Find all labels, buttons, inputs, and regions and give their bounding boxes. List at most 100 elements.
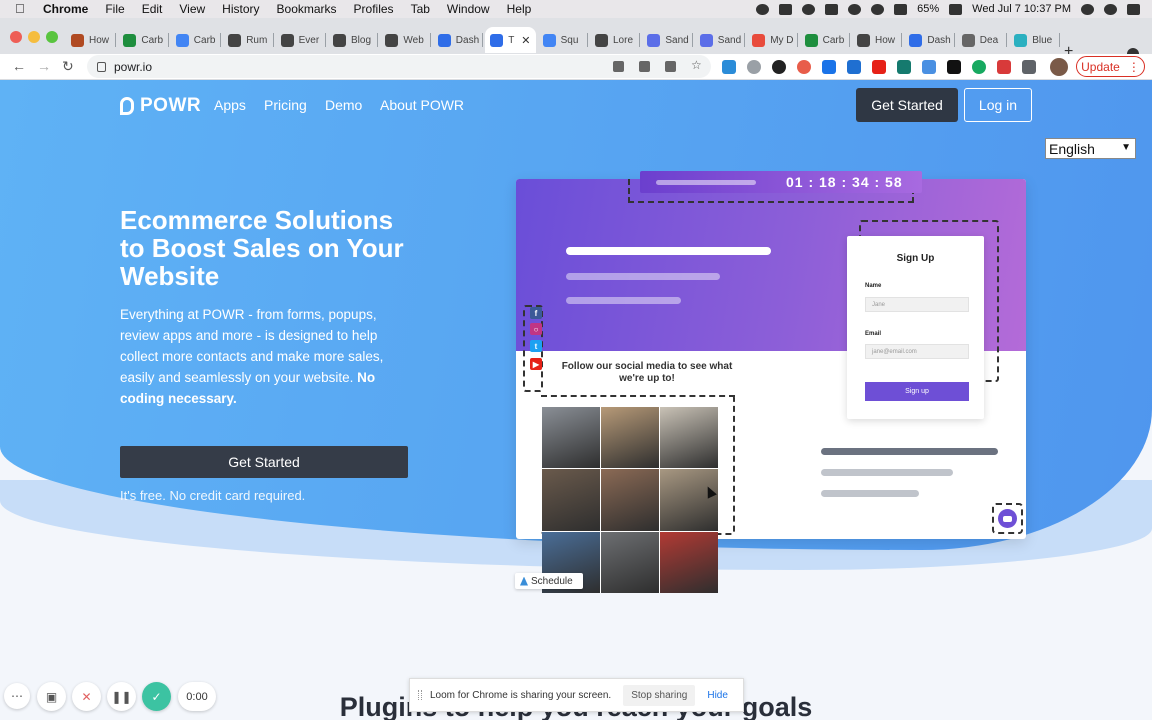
drag-handle-icon[interactable] bbox=[418, 690, 422, 700]
extension-wc-icon[interactable] bbox=[897, 60, 911, 74]
cancel-recording-icon[interactable]: ✕ bbox=[72, 682, 101, 711]
nav-demo[interactable]: Demo bbox=[325, 97, 362, 113]
nav-pricing[interactable]: Pricing bbox=[264, 97, 307, 113]
powr-logo[interactable]: POWR bbox=[120, 95, 201, 117]
control-center-icon[interactable] bbox=[1127, 3, 1140, 15]
update-button[interactable]: Update ⋮ bbox=[1076, 56, 1145, 77]
microphone-icon[interactable] bbox=[756, 3, 770, 15]
mockup-line bbox=[566, 247, 771, 255]
schedule-tag[interactable]: Schedule bbox=[515, 573, 583, 589]
stop-sharing-button[interactable]: Stop sharing bbox=[623, 684, 696, 706]
extension-gray-icon[interactable] bbox=[747, 60, 761, 74]
apple-icon[interactable]:  bbox=[15, 2, 29, 16]
browser-tab[interactable]: Sand bbox=[695, 27, 746, 53]
key-icon[interactable] bbox=[665, 61, 676, 72]
gallery-photo bbox=[660, 531, 718, 593]
browser-tab[interactable]: Carb bbox=[118, 27, 169, 53]
address-bar[interactable]: powr.io ☆ bbox=[87, 55, 711, 78]
extension-schedule-icon[interactable] bbox=[722, 60, 736, 74]
extension-data-icon[interactable] bbox=[822, 60, 836, 74]
bluetooth-icon[interactable] bbox=[848, 3, 862, 15]
status-area: 65% Wed Jul 7 10:37 PM bbox=[756, 0, 1140, 18]
hero-get-started-button[interactable]: Get Started bbox=[120, 446, 408, 478]
tab-label: My D bbox=[770, 34, 794, 46]
minimize-window-button[interactable] bbox=[28, 31, 40, 43]
extension-color-icon[interactable] bbox=[797, 60, 811, 74]
extension-new-icon[interactable] bbox=[997, 60, 1011, 74]
browser-tab[interactable]: Ever bbox=[276, 27, 326, 53]
nav-get-started-button[interactable]: Get Started bbox=[856, 88, 958, 122]
language-select[interactable]: English ▼ bbox=[1045, 138, 1136, 159]
creative-cloud-icon[interactable] bbox=[802, 3, 816, 15]
more-options-icon[interactable]: ⋯ bbox=[4, 683, 30, 709]
tab-favicon-icon bbox=[228, 33, 242, 47]
extensions-puzzle-icon[interactable] bbox=[1022, 60, 1036, 74]
menu-profiles[interactable]: Profiles bbox=[354, 2, 394, 16]
extension-k-icon[interactable] bbox=[772, 60, 786, 74]
back-arrow-icon[interactable]: ← bbox=[12, 58, 26, 74]
menu-history[interactable]: History bbox=[222, 2, 259, 16]
browser-tab[interactable]: Blog bbox=[328, 27, 379, 53]
qr-code-icon[interactable] bbox=[639, 61, 650, 72]
url-text[interactable]: powr.io bbox=[114, 60, 152, 74]
zoom-window-button[interactable] bbox=[46, 31, 58, 43]
menu-window[interactable]: Window bbox=[447, 2, 490, 16]
close-tab-icon[interactable]: ✕ bbox=[521, 34, 530, 47]
extension-youtube-icon[interactable] bbox=[872, 60, 886, 74]
menu-file[interactable]: File bbox=[105, 2, 124, 16]
extension-grammarly-icon[interactable] bbox=[972, 60, 986, 74]
browser-tab[interactable]: Web bbox=[380, 27, 431, 53]
camera-icon[interactable] bbox=[613, 61, 624, 72]
extension-trello-icon[interactable] bbox=[847, 60, 861, 74]
profile-avatar[interactable] bbox=[1050, 58, 1068, 76]
bookmark-star-icon[interactable]: ☆ bbox=[691, 58, 702, 72]
screen-record-icon[interactable] bbox=[825, 3, 839, 15]
tab-favicon-icon bbox=[1014, 33, 1028, 47]
dropbox-icon[interactable] bbox=[779, 3, 793, 15]
browser-tab[interactable]: Carb bbox=[800, 27, 850, 53]
browser-tab[interactable]: Sand bbox=[642, 27, 693, 53]
menu-edit[interactable]: Edit bbox=[142, 2, 163, 16]
battery-icon[interactable] bbox=[949, 3, 963, 15]
menu-app-name[interactable]: Chrome bbox=[43, 2, 88, 16]
browser-tab[interactable]: Lore bbox=[590, 27, 641, 53]
nav-login-button[interactable]: Log in bbox=[964, 88, 1032, 122]
browser-tab[interactable]: Blue bbox=[1009, 27, 1060, 53]
browser-tab[interactable]: My D bbox=[747, 27, 798, 53]
reload-icon[interactable]: ↻ bbox=[62, 58, 74, 75]
nav-about[interactable]: About POWR bbox=[380, 97, 464, 113]
hide-button[interactable]: Hide bbox=[707, 690, 728, 701]
recording-timer: 0:00 bbox=[178, 682, 216, 711]
finish-recording-icon[interactable]: ✓ bbox=[142, 682, 171, 711]
volume-icon[interactable] bbox=[894, 3, 908, 15]
menu-help[interactable]: Help bbox=[507, 2, 532, 16]
menu-view[interactable]: View bbox=[179, 2, 205, 16]
browser-tab[interactable]: T ✕ bbox=[485, 27, 536, 53]
browser-tab[interactable]: Squ bbox=[538, 27, 588, 53]
camera-toggle-icon[interactable]: ▣ bbox=[37, 682, 66, 711]
wifi-icon[interactable] bbox=[871, 3, 885, 15]
menu-bookmarks[interactable]: Bookmarks bbox=[277, 2, 337, 16]
gallery-photo bbox=[660, 407, 718, 469]
schedule-icon bbox=[520, 576, 528, 586]
tab-separator bbox=[167, 33, 169, 47]
browser-tab[interactable]: How bbox=[852, 27, 903, 53]
forward-arrow-icon[interactable]: → bbox=[37, 58, 51, 74]
close-window-button[interactable] bbox=[10, 31, 22, 43]
pause-icon[interactable]: ❚❚ bbox=[107, 682, 136, 711]
siri-icon[interactable] bbox=[1104, 3, 1117, 15]
lock-icon[interactable] bbox=[97, 61, 106, 72]
browser-tab[interactable]: Carb bbox=[171, 27, 222, 53]
browser-tab[interactable]: Rum bbox=[223, 27, 274, 53]
spotlight-icon[interactable] bbox=[1081, 3, 1094, 15]
browser-tab[interactable]: How bbox=[66, 27, 117, 53]
extension-link-icon[interactable] bbox=[922, 60, 936, 74]
menu-tab[interactable]: Tab bbox=[411, 2, 430, 16]
browser-tab[interactable]: Dash bbox=[904, 27, 955, 53]
clock[interactable]: Wed Jul 7 10:37 PM bbox=[972, 3, 1071, 15]
browser-tab[interactable]: Dash bbox=[433, 27, 484, 53]
nav-apps[interactable]: Apps bbox=[214, 97, 246, 113]
extension-b-icon[interactable] bbox=[947, 60, 961, 74]
browser-tab[interactable]: Dea bbox=[957, 27, 1008, 53]
schedule-label: Schedule bbox=[531, 575, 573, 587]
